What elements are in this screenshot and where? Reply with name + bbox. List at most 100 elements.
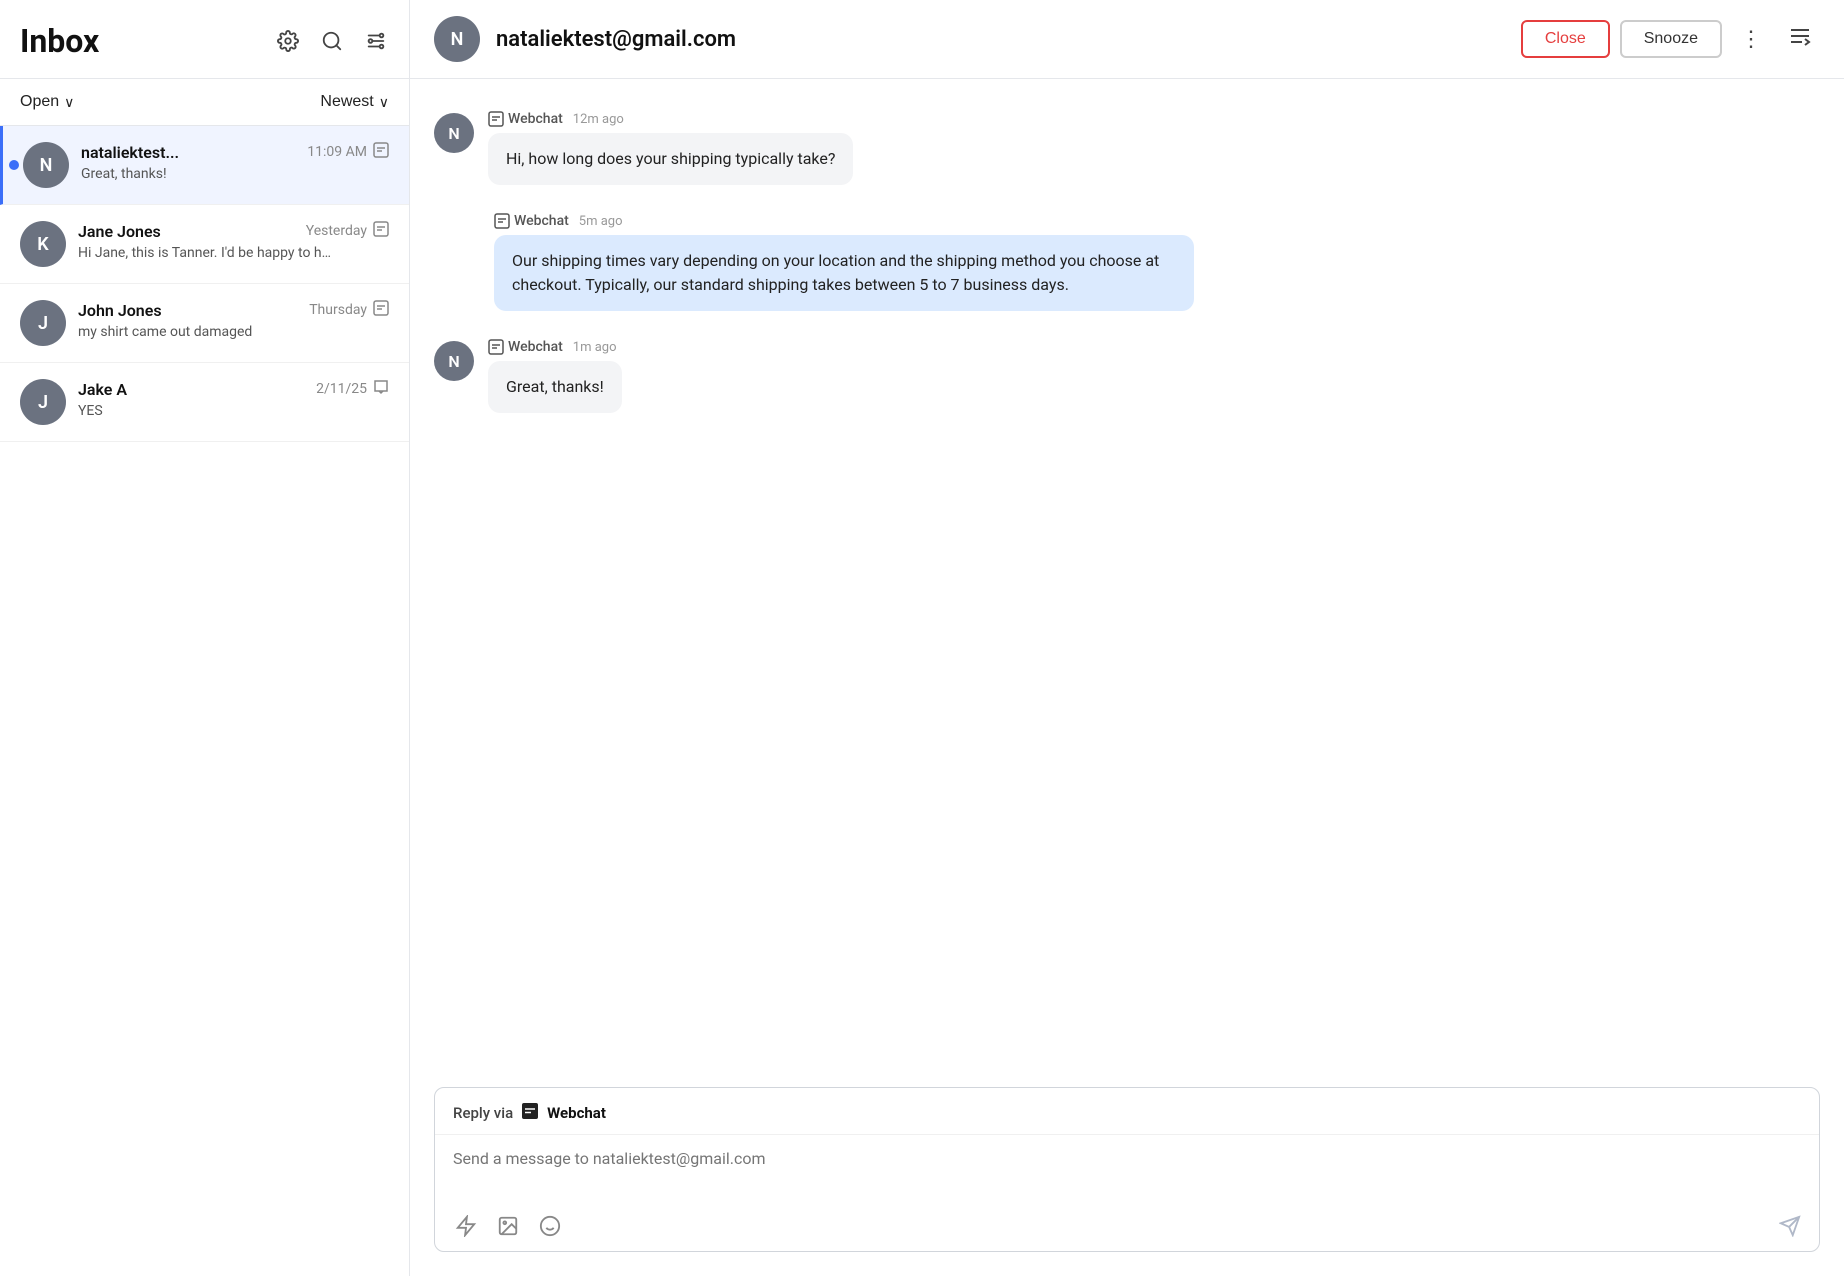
gear-icon-button[interactable] [275,28,301,54]
message-channel-badge: Webchat [488,339,563,355]
conv-meta: Thursday [309,300,389,320]
webchat-icon [494,213,510,229]
conv-meta: 11:09 AM [307,142,389,162]
conversation-item[interactable]: J Jake A 2/11/25 YES [0,363,409,442]
status-filter-label: Open [20,93,59,111]
search-icon-button[interactable] [319,28,345,54]
conv-top: nataliektest... 11:09 AM [81,142,389,162]
list-detail-icon [1788,24,1812,48]
webchat-icon [488,339,504,355]
message-channel-badge: Webchat [488,111,563,127]
filter-icon-button[interactable] [363,28,389,54]
conv-preview: Hi Jane, this is Tanner. I'd be happy to… [78,245,338,261]
message-meta: Webchat 5m ago [494,213,1820,229]
reply-channel-name: Webchat [547,1104,606,1122]
conv-name: John Jones [78,301,162,320]
lightning-icon [455,1215,477,1237]
more-vertical-icon: ⋮ [1740,26,1762,51]
image-button[interactable] [495,1213,521,1239]
channel-icon [373,300,389,320]
conv-top: Jane Jones Yesterday [78,221,389,241]
image-icon [497,1215,519,1237]
message-avatar: N [434,341,474,381]
message-group: N Webchat 12m ago Hi, how long does your… [434,111,1820,185]
conversation-item[interactable]: J John Jones Thursday [0,284,409,363]
reply-header: Reply via Webchat [435,1088,1819,1135]
conv-meta: Yesterday [306,221,389,241]
message-group: N Webchat 1m ago Great, thanks! [434,339,1820,413]
avatar: J [20,300,66,346]
main-header: N nataliektest@gmail.com Close Snooze ⋮ [410,0,1844,79]
conv-time: 11:09 AM [307,144,367,160]
message-body: Webchat 1m ago Great, thanks! [488,339,1820,413]
sort-filter-button[interactable]: Newest ∨ [320,93,389,111]
reply-input[interactable] [435,1135,1819,1201]
lightning-button[interactable] [453,1213,479,1239]
channel-icon [373,142,389,162]
sidebar-title: Inbox [20,22,99,60]
list-detail-button[interactable] [1780,20,1820,58]
message-bubble: Hi, how long does your shipping typicall… [488,133,853,185]
conv-time: Thursday [309,302,367,318]
conv-preview: my shirt came out damaged [78,324,338,340]
gear-icon [277,30,299,52]
message-time: 5m ago [579,214,623,229]
status-chevron-icon: ∨ [64,94,74,111]
reply-prefix: Reply via [453,1104,513,1122]
message-avatar: N [434,113,474,153]
conv-content: Jake A 2/11/25 YES [78,379,389,419]
search-icon [321,30,343,52]
conv-content: Jane Jones Yesterday Hi Jane, this is Ta… [78,221,389,261]
sort-filter-label: Newest [320,93,373,111]
message-bubble-agent: Our shipping times vary depending on you… [494,235,1194,311]
status-filter-button[interactable]: Open ∨ [20,93,74,111]
reply-box: Reply via Webchat [434,1087,1820,1252]
avatar: K [20,221,66,267]
reply-channel-icon [521,1102,539,1124]
conversation-item[interactable]: N nataliektest... 11:09 AM [0,126,409,205]
message-meta: Webchat 12m ago [488,111,1820,127]
sidebar-header: Inbox [0,0,409,79]
message-channel-badge: Webchat [494,213,569,229]
close-button[interactable]: Close [1521,20,1610,58]
message-body: Webchat 5m ago Our shipping times vary d… [494,213,1820,311]
reply-webchat-icon [521,1102,539,1120]
conv-time: Yesterday [306,223,367,239]
conv-content: John Jones Thursday my shirt came out da… [78,300,389,340]
conv-name: nataliektest... [81,143,179,162]
channel-icon [373,379,389,399]
header-actions: Close Snooze ⋮ [1521,20,1820,58]
webchat-icon [488,111,504,127]
message-time: 12m ago [573,112,624,127]
message-body: Webchat 12m ago Hi, how long does your s… [488,111,1820,185]
sort-chevron-icon: ∨ [379,94,389,111]
reply-toolbar [435,1205,1819,1251]
avatar: N [23,142,69,188]
conversation-item[interactable]: K Jane Jones Yesterday [0,205,409,284]
channel-icon [373,221,389,241]
conv-preview: YES [78,403,338,419]
conv-name: Jane Jones [78,222,161,241]
main-panel: N nataliektest@gmail.com Close Snooze ⋮ … [410,0,1844,1276]
snooze-button[interactable]: Snooze [1620,20,1722,58]
conv-top: Jake A 2/11/25 [78,379,389,399]
messages-area: N Webchat 12m ago Hi, how long does your… [410,79,1844,1087]
sidebar: Inbox [0,0,410,1276]
filters-row: Open ∨ Newest ∨ [0,79,409,126]
send-button[interactable] [1779,1215,1801,1237]
main-header-avatar: N [434,16,480,62]
conv-time: 2/11/25 [316,381,367,397]
conv-top: John Jones Thursday [78,300,389,320]
message-group: Webchat 5m ago Our shipping times vary d… [494,213,1820,311]
conversation-email-title: nataliektest@gmail.com [496,27,1505,52]
sidebar-icon-group [275,28,389,54]
avatar: J [20,379,66,425]
more-options-button[interactable]: ⋮ [1732,22,1770,56]
conv-content: nataliektest... 11:09 AM Great, thanks! [81,142,389,182]
message-meta: Webchat 1m ago [488,339,1820,355]
conv-preview: Great, thanks! [81,166,341,182]
message-bubble: Great, thanks! [488,361,622,413]
emoji-icon [539,1215,561,1237]
message-time: 1m ago [573,340,617,355]
emoji-button[interactable] [537,1213,563,1239]
